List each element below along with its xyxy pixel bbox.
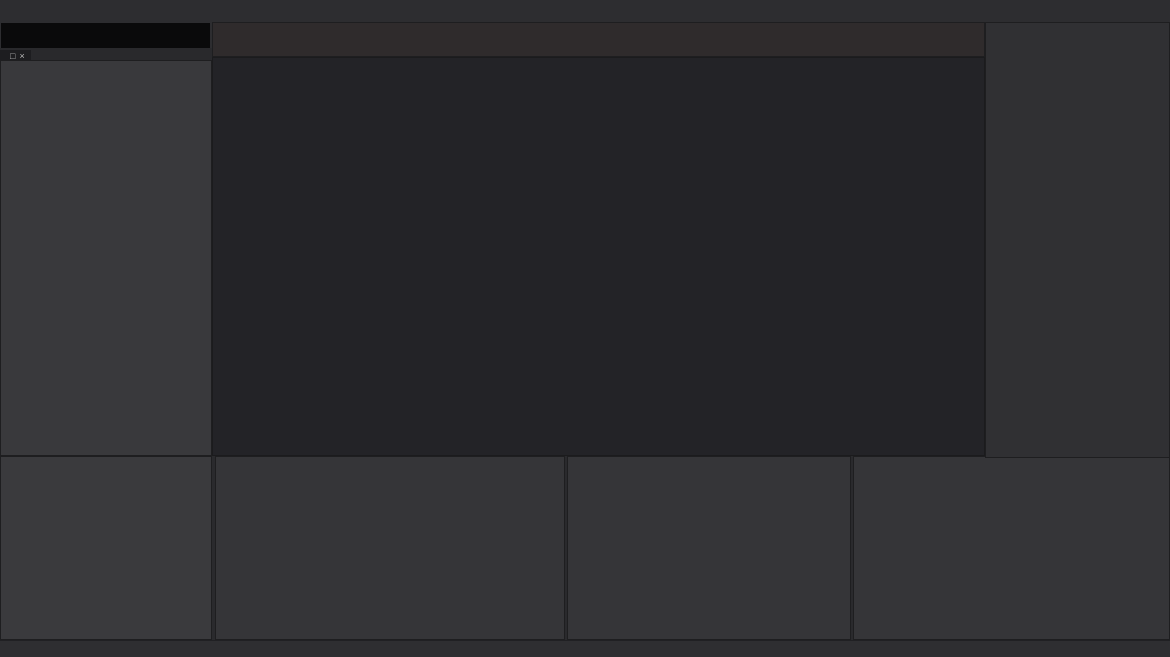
status-bar [0, 640, 1170, 657]
time-display-panel: □ × [0, 22, 212, 62]
preset-library-panel [0, 60, 212, 456]
file-overview-bar[interactable] [212, 22, 985, 57]
channel-meters-panel [985, 22, 1170, 458]
time-display-readout [1, 23, 210, 48]
main-toolbar [0, 0, 1170, 23]
plugin-chain-panel [0, 456, 212, 640]
time-display-tabrow: □ × [0, 48, 212, 62]
loudness-meters-panel [853, 456, 1170, 640]
file-properties-panel [215, 456, 565, 640]
sound-forge-window: □ × [0, 0, 1170, 657]
regions-list-panel [567, 456, 851, 640]
waveform-editor [212, 57, 985, 456]
